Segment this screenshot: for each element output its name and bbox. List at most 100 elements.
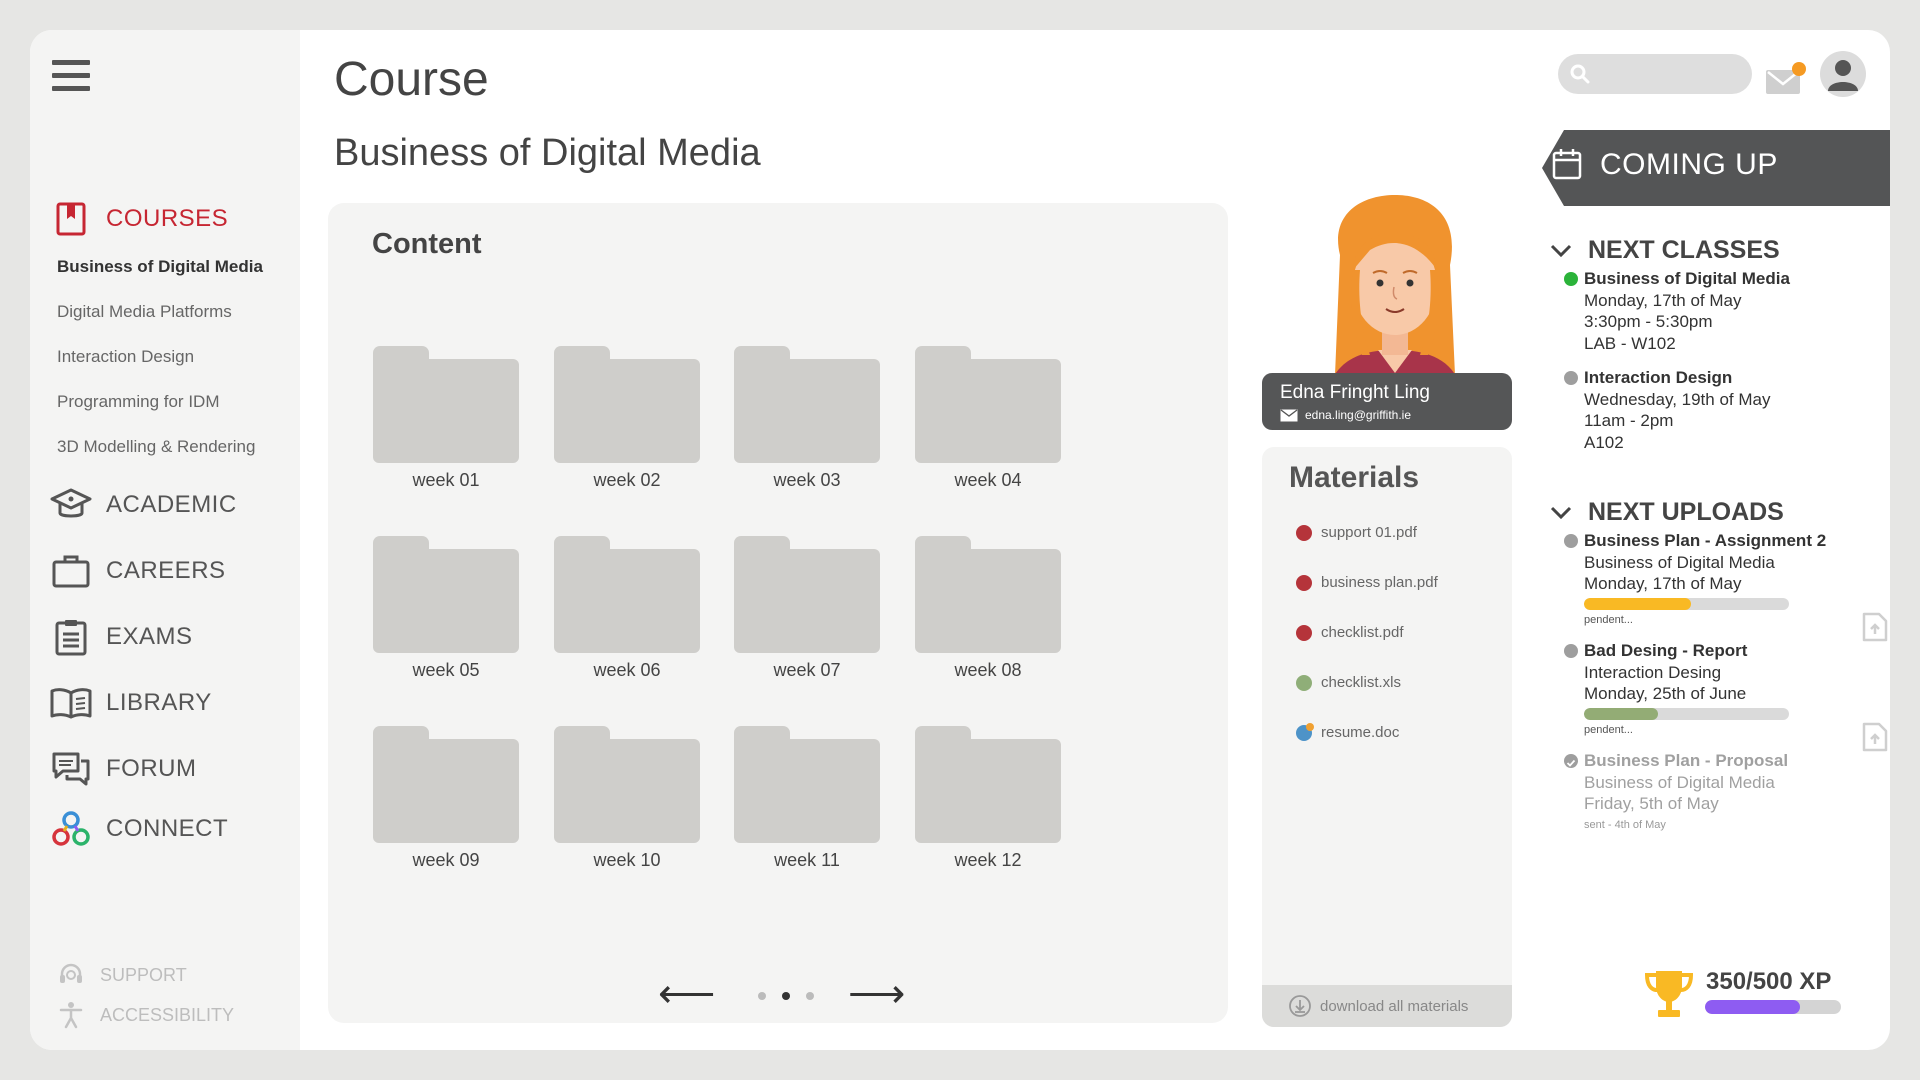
file-type-dot — [1296, 524, 1312, 541]
class-title: Business of Digital Media — [1584, 269, 1790, 288]
next-uploads-toggle[interactable]: NEXT UPLOADS — [1550, 498, 1784, 527]
folder-icon-body — [915, 739, 1061, 843]
status-dot-inactive — [1564, 644, 1578, 658]
content-panel: Content week 01 week 02 week 03 week 04 week… — [328, 203, 1228, 1023]
class-room: A102 — [1584, 432, 1624, 452]
sidebar-item-business-of-digital-media[interactable]: Business of Digital Media — [57, 257, 263, 277]
nav-careers[interactable]: CAREERS — [50, 550, 226, 592]
material-file-item[interactable]: support 01.pdf — [1296, 524, 1417, 541]
folder-label: week 12 — [954, 850, 1022, 870]
folder-icon-body — [373, 549, 519, 653]
folder-week-11[interactable]: week 11 — [734, 726, 880, 876]
upload-title: Bad Desing - Report — [1584, 641, 1748, 660]
coming-up-label: COMING UP — [1600, 148, 1778, 181]
xp-label: 350/500 XP — [1706, 968, 1832, 995]
folder-week-08[interactable]: week 08 — [915, 536, 1061, 686]
menu-icon[interactable] — [52, 60, 90, 92]
class-date: Monday, 17th of May — [1584, 290, 1742, 310]
file-type-dot — [1296, 722, 1314, 741]
prev-arrow-icon[interactable]: ⟵ — [658, 974, 715, 1014]
clipboard-icon — [50, 616, 92, 658]
sidebar-item-programming-for-idm[interactable]: Programming for IDM — [57, 392, 219, 412]
class-date: Wednesday, 19th of May — [1584, 389, 1771, 409]
folder-week-02[interactable]: week 02 — [554, 346, 700, 496]
material-file-name: checklist.xls — [1321, 674, 1402, 691]
connect-icon — [50, 808, 92, 850]
folder-label: week 09 — [412, 850, 480, 870]
upload-title: Business Plan - Proposal — [1584, 751, 1789, 770]
folder-icon-body — [734, 739, 880, 843]
folder-week-09[interactable]: week 09 — [373, 726, 519, 876]
folder-week-07[interactable]: week 07 — [734, 536, 880, 686]
nav-exams[interactable]: EXAMS — [50, 616, 193, 658]
next-classes-toggle[interactable]: NEXT CLASSES — [1550, 236, 1780, 265]
sidebar-item-digital-media-platforms[interactable]: Digital Media Platforms — [57, 302, 232, 322]
folder-label: week 08 — [954, 660, 1022, 680]
chat-icon — [50, 748, 92, 790]
search-input[interactable] — [1600, 60, 1740, 88]
folder-week-03[interactable]: week 03 — [734, 346, 880, 496]
user-icon — [1828, 60, 1858, 91]
folder-week-10[interactable]: week 10 — [554, 726, 700, 876]
folder-week-05[interactable]: week 05 — [373, 536, 519, 686]
nav-courses[interactable]: COURSES — [50, 198, 228, 240]
nav-connect-label: CONNECT — [106, 815, 229, 842]
pager-dot-3[interactable] — [806, 992, 814, 1000]
upload-item-completed[interactable]: Business Plan - Proposal Business of Dig… — [1564, 750, 1874, 836]
sidebar-item-interaction-design[interactable]: Interaction Design — [57, 347, 194, 367]
class-item[interactable]: Interaction Design Wednesday, 19th of Ma… — [1564, 367, 1874, 453]
sidebar-item-3d-modelling[interactable]: 3D Modelling & Rendering — [57, 437, 255, 457]
pager-dot-2[interactable] — [782, 992, 790, 1000]
upload-date: Friday, 5th of May — [1584, 794, 1719, 813]
nav-connect[interactable]: CONNECT — [50, 808, 228, 850]
folder-icon-body — [915, 359, 1061, 463]
nav-library-label: LIBRARY — [106, 689, 212, 716]
folder-icon-body — [373, 359, 519, 463]
support-link[interactable]: SUPPORT — [56, 960, 187, 990]
upload-status: pendent... — [1584, 613, 1633, 626]
folder-week-01[interactable]: week 01 — [373, 346, 519, 496]
folder-icon-body — [734, 549, 880, 653]
nav-library[interactable]: LIBRARY — [50, 682, 212, 724]
class-room: LAB - W102 — [1584, 333, 1676, 353]
user-avatar[interactable] — [1820, 51, 1866, 97]
nav-careers-label: CAREERS — [106, 557, 226, 584]
material-file-item[interactable]: checklist.xls — [1296, 674, 1401, 691]
check-circle-icon — [1564, 754, 1578, 768]
material-file-item[interactable]: resume.doc — [1296, 722, 1399, 741]
pager: ⟵ ⟶ — [658, 974, 905, 1014]
graduation-cap-icon — [50, 484, 92, 526]
upload-progress-fill — [1584, 707, 1658, 720]
material-file-item[interactable]: business plan.pdf — [1296, 574, 1438, 591]
search-bar[interactable] — [1558, 54, 1752, 94]
next-arrow-icon[interactable]: ⟶ — [848, 974, 905, 1014]
xp-progress-fill — [1705, 1000, 1801, 1014]
mail-icon — [1280, 408, 1298, 422]
upload-title: Business Plan - Assignment 2 — [1584, 531, 1827, 550]
upload-item[interactable]: Business Plan - Assignment 2 Business of… — [1564, 530, 1874, 631]
nav-academic[interactable]: ACADEMIC — [50, 484, 237, 526]
material-file-name: support 01.pdf — [1321, 524, 1417, 541]
upload-course: Business of Digital Media — [1584, 552, 1775, 572]
nav-forum[interactable]: FORUM — [50, 748, 196, 790]
file-type-dot — [1296, 574, 1312, 591]
book-icon — [50, 682, 92, 724]
nav-exams-label: EXAMS — [106, 623, 193, 650]
upload-progress — [1584, 597, 1789, 610]
download-all-button[interactable]: download all materials — [1262, 985, 1512, 1027]
class-time: 11am - 2pm — [1584, 411, 1674, 430]
folder-week-06[interactable]: week 06 — [554, 536, 700, 686]
accessibility-link[interactable]: ACCESSIBILITY — [56, 1000, 234, 1030]
upload-item[interactable]: Bad Desing - Report Interaction Desing M… — [1564, 640, 1874, 741]
pager-dot-1[interactable] — [758, 992, 766, 1000]
teacher-email-link[interactable]: edna.ling@griffith.ie — [1280, 408, 1411, 422]
status-dot-inactive — [1564, 534, 1578, 548]
folder-week-12[interactable]: week 12 — [915, 726, 1061, 876]
material-file-item[interactable]: checklist.pdf — [1296, 624, 1404, 641]
folder-label: week 10 — [593, 850, 661, 870]
class-item[interactable]: Business of Digital Media Monday, 17th o… — [1564, 268, 1874, 354]
folder-week-04[interactable]: week 04 — [915, 346, 1061, 496]
messages-button[interactable] — [1766, 62, 1806, 96]
teacher-name: Edna Fringht Ling — [1280, 382, 1430, 403]
folder-label: week 11 — [774, 850, 840, 870]
